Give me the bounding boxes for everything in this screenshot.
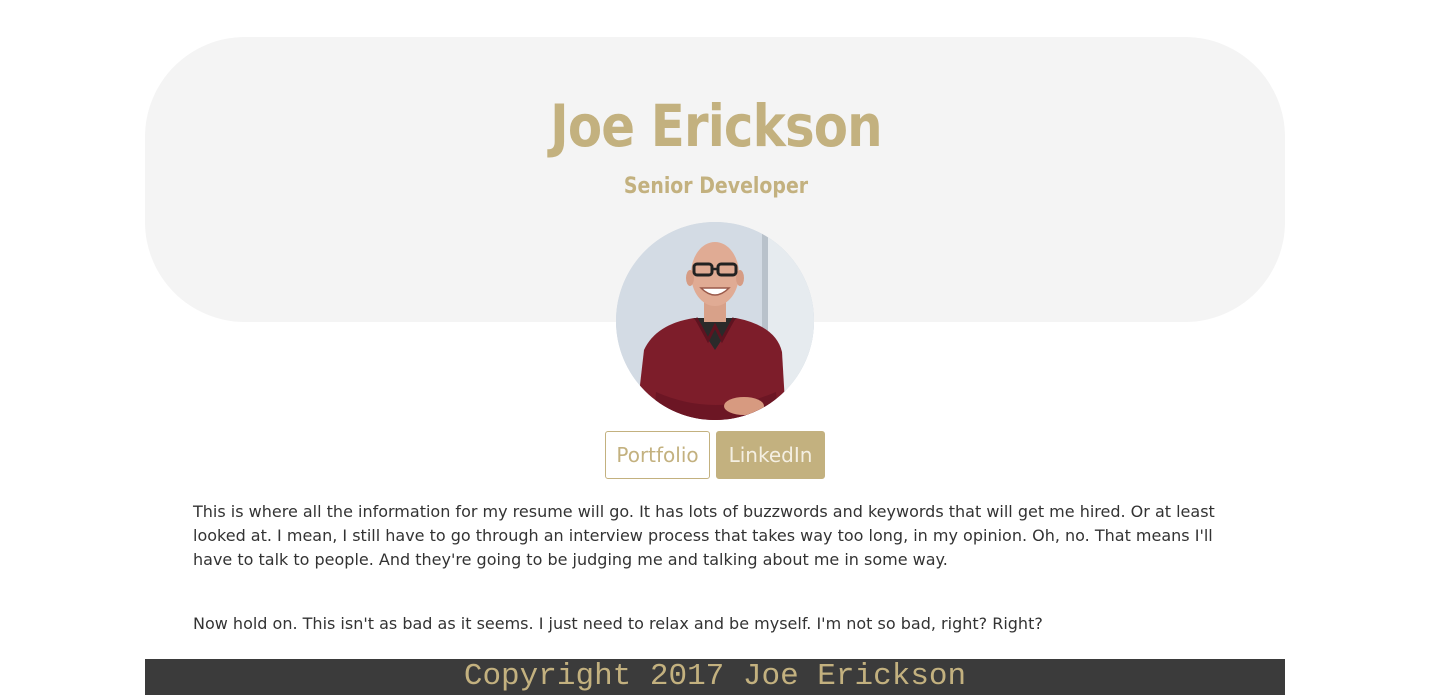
page-title: Joe Erickson bbox=[550, 92, 883, 160]
copyright-text: Copyright 2017 Joe Erickson bbox=[463, 659, 967, 694]
profile-photo-icon bbox=[616, 222, 814, 420]
footer: Copyright 2017 Joe Erickson bbox=[145, 659, 1285, 695]
bio-section: This is where all the information for my… bbox=[193, 500, 1243, 636]
link-buttons: Portfolio LinkedIn bbox=[605, 431, 825, 479]
portfolio-button[interactable]: Portfolio bbox=[605, 431, 710, 479]
avatar bbox=[616, 222, 814, 420]
bio-paragraph: This is where all the information for my… bbox=[193, 502, 1215, 569]
resume-page: Joe Erickson Senior Developer Portfolio … bbox=[0, 0, 1432, 695]
linkedin-button[interactable]: LinkedIn bbox=[716, 431, 825, 479]
job-title: Senior Developer bbox=[623, 174, 809, 199]
bio-paragraph: Now hold on. This isn't as bad as it see… bbox=[193, 614, 1043, 633]
